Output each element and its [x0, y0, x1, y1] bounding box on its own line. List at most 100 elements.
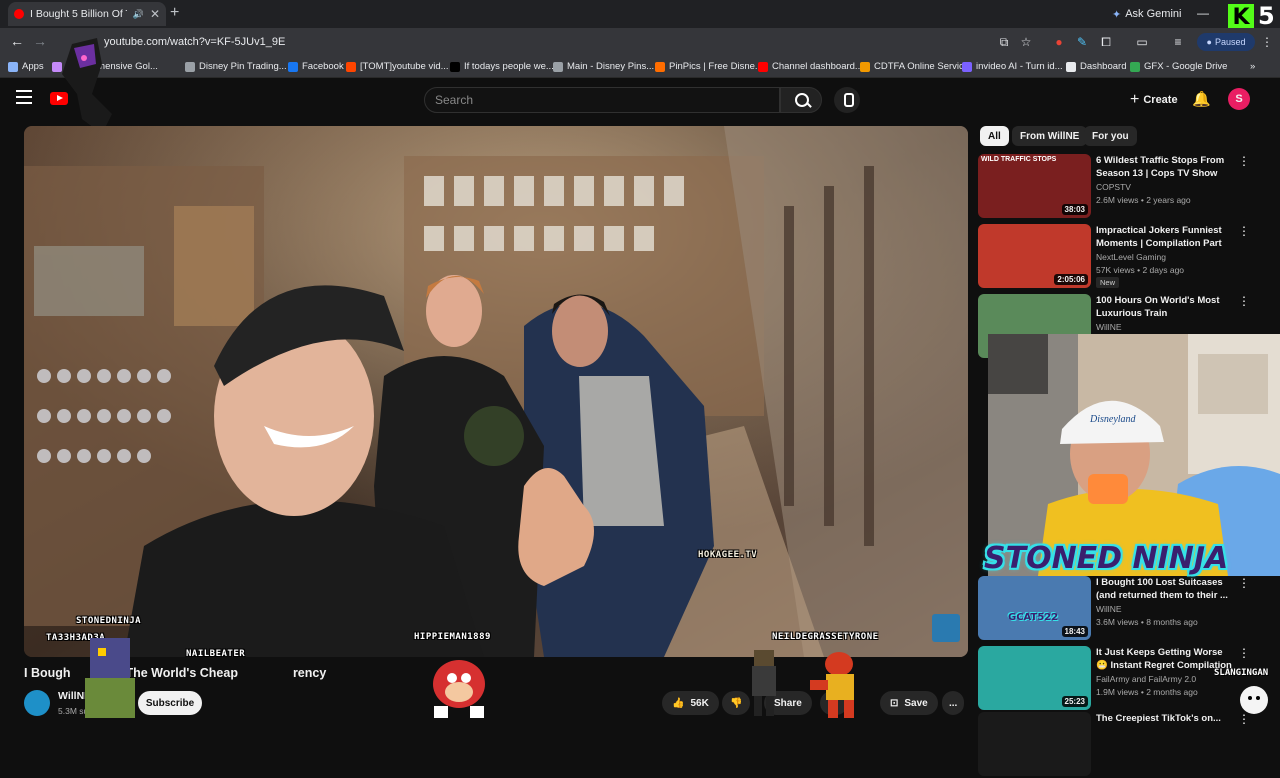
more-options-icon[interactable]: ⋮: [1238, 154, 1250, 168]
samus-sprite-overlay: [810, 652, 854, 718]
bookmarks-overflow-icon[interactable]: »: [1250, 61, 1255, 72]
ask-gemini-label: Ask Gemini: [1125, 8, 1182, 20]
recommendation-channel[interactable]: WillNE: [1096, 322, 1122, 332]
bookmark-label: GFX - Google Drive: [1144, 61, 1228, 72]
recommendation-item[interactable]: The Creepiest TikTok's on... ⋮: [978, 712, 1268, 778]
recommendation-thumbnail[interactable]: 2:05:06: [978, 224, 1091, 288]
new-tab-button[interactable]: +: [170, 4, 179, 22]
extensions-puzzle-icon[interactable]: ⧠: [1099, 35, 1113, 49]
thumbs-up-icon: 👍: [672, 697, 685, 709]
bookmark-item[interactable]: CDTFA Online Servic...: [860, 61, 972, 72]
bookmark-label: Channel dashboard...: [772, 61, 863, 72]
bookmark-item[interactable]: Facebook: [288, 61, 344, 72]
gemini-sparkle-icon: ✦: [1112, 8, 1122, 21]
bookmark-item[interactable]: Disney Pin Trading...: [185, 61, 287, 72]
recommendation-channel[interactable]: FailArmy and FailArmy 2.0: [1096, 674, 1196, 684]
bookmark-favicon-icon: [1130, 61, 1140, 72]
more-options-icon[interactable]: ⋮: [1238, 576, 1250, 590]
recommendation-thumbnail[interactable]: WILD TRAFFIC STOPS 38:03: [978, 154, 1091, 218]
bookmark-item[interactable]: Apps: [8, 61, 44, 72]
video-player[interactable]: HOKAGEE.TV STONEDNINJA TA33H3AD3A NAILBE…: [24, 126, 968, 657]
ask-gemini-button[interactable]: ✦ Ask Gemini: [1104, 5, 1189, 23]
reading-list-icon[interactable]: ≡: [1171, 35, 1185, 49]
bookmark-label: PinPics | Free Disne...: [669, 61, 763, 72]
overlay-name-3: NAILBEATER: [186, 649, 246, 657]
chip-for-you[interactable]: For you: [1084, 126, 1137, 146]
recommendation-item[interactable]: 2:05:06 Impractical Jokers Funniest Momen…: [978, 224, 1268, 290]
search-button[interactable]: [780, 87, 822, 113]
search-input[interactable]: Search: [424, 87, 780, 113]
like-button[interactable]: 👍 56K: [662, 691, 719, 715]
recommendation-title[interactable]: Impractical Jokers Funniest Moments | Co…: [1096, 224, 1236, 250]
save-button[interactable]: ⊡ Save: [880, 691, 938, 715]
duration-badge: 38:03: [1061, 204, 1088, 215]
video-title-part-3: rency: [292, 666, 327, 680]
duration-badge: 2:05:06: [1054, 274, 1088, 285]
bookmark-label: Facebook: [302, 61, 344, 72]
bookmark-label: [TOMT]youtube vid...: [360, 61, 449, 72]
bookmark-favicon-icon: [288, 61, 298, 72]
cap-text: Disneyland: [1089, 414, 1137, 425]
video-frame: [24, 126, 968, 657]
bookmark-item[interactable]: GFX - Google Drive: [1130, 61, 1227, 72]
chip-from-willne[interactable]: From WillNE: [1012, 126, 1088, 146]
bookmark-item[interactable]: [TOMT]youtube vid...: [346, 61, 449, 72]
bookmark-item[interactable]: Main - Disney Pins...: [553, 61, 654, 72]
chrome-menu-icon[interactable]: ⋮: [1260, 35, 1274, 49]
recommendation-title[interactable]: 6 Wildest Traffic Stops From Season 13 |…: [1096, 154, 1236, 180]
recommendation-item[interactable]: GCAT522 18:43 I Bought 100 Lost Suitcases …: [978, 576, 1268, 642]
cast-icon[interactable]: ⧉: [997, 35, 1011, 49]
recommendation-item[interactable]: 25:23 It Just Keeps Getting Worse 😬 Insta…: [978, 646, 1268, 712]
bookmark-favicon-icon: [860, 61, 870, 72]
bookmark-item[interactable]: Dashboard: [1066, 61, 1126, 72]
bookmark-item[interactable]: If todays people we...: [450, 61, 554, 72]
recommendation-item[interactable]: WILD TRAFFIC STOPS 38:03 6 Wildest Traffic…: [978, 154, 1268, 220]
chip-all[interactable]: All: [980, 126, 1009, 146]
recommendation-channel[interactable]: WillNE: [1096, 604, 1122, 614]
voice-search-mic-icon[interactable]: [834, 87, 860, 113]
bookmark-label: Disney Pin Trading...: [199, 61, 287, 72]
bookmark-item[interactable]: invideo AI - Turn id...: [962, 61, 1063, 72]
minimize-window-button[interactable]: —: [1197, 6, 1209, 20]
recommendation-thumbnail[interactable]: GCAT522 18:43: [978, 576, 1091, 640]
thumbnail-sticker-text: GCAT522: [1008, 612, 1059, 623]
forward-arrow-icon[interactable]: →: [33, 33, 47, 49]
close-tab-icon[interactable]: ✕: [150, 7, 160, 21]
more-actions-button[interactable]: ...: [942, 691, 965, 715]
recommendation-channel[interactable]: COPSTV: [1096, 182, 1131, 192]
browser-tab[interactable]: I Bought 5 Billion Of The W 🔊 ✕: [8, 2, 166, 26]
bookmark-label: CDTFA Online Servic...: [874, 61, 972, 72]
recommendation-thumbnail[interactable]: 25:23: [978, 646, 1091, 710]
channel-avatar[interactable]: [24, 690, 50, 716]
sidepanel-icon[interactable]: ▭: [1135, 35, 1149, 49]
speaker-icon[interactable]: 🔊: [133, 9, 144, 20]
video-watermark: HOKAGEE.TV: [698, 550, 758, 560]
browser-tab-bar: I Bought 5 Billion Of The W 🔊 ✕ + ✦ Ask …: [0, 0, 1280, 30]
duration-badge: 18:43: [1061, 626, 1088, 637]
recommendation-title[interactable]: I Bought 100 Lost Suitcases (and returne…: [1096, 576, 1236, 602]
bookmark-item[interactable]: PinPics | Free Disne...: [655, 61, 763, 72]
stoned-ninja-banner: STONED NINJA: [984, 541, 1229, 576]
recommendation-title[interactable]: 100 Hours On World's Most Luxurious Trai…: [1096, 294, 1236, 320]
address-bar-url[interactable]: youtube.com/watch?v=KF-5JUv1_9E: [104, 36, 285, 48]
bookmark-item[interactable]: Channel dashboard...: [758, 61, 863, 72]
recommendation-meta: 57K views • 2 days ago: [1096, 265, 1185, 275]
channel-watermark-icon[interactable]: [932, 614, 960, 642]
overlay-name-4: HIPPIEMAN1889: [414, 632, 491, 642]
profile-paused-button[interactable]: ● Paused: [1197, 33, 1255, 51]
back-arrow-icon[interactable]: ←: [10, 33, 24, 49]
more-options-icon[interactable]: ⋮: [1238, 224, 1250, 238]
more-options-icon[interactable]: ⋮: [1238, 646, 1250, 660]
recommendation-channel[interactable]: NextLevel Gaming: [1096, 252, 1166, 262]
extension-blue-icon[interactable]: ✎: [1075, 35, 1089, 49]
account-avatar[interactable]: S: [1228, 88, 1250, 110]
bookmark-star-icon[interactable]: ☆: [1019, 35, 1033, 49]
notifications-bell-icon[interactable]: 🔔: [1192, 90, 1211, 108]
recommendation-thumbnail[interactable]: [978, 712, 1091, 776]
menu-hamburger-icon[interactable]: [16, 90, 32, 104]
more-options-icon[interactable]: ⋮: [1238, 294, 1250, 308]
create-button[interactable]: + Create: [1120, 87, 1188, 113]
recommendation-title[interactable]: The Creepiest TikTok's on...: [1096, 712, 1236, 725]
extension-red-icon[interactable]: ●: [1052, 35, 1066, 49]
bookmark-favicon-icon: [553, 61, 563, 72]
